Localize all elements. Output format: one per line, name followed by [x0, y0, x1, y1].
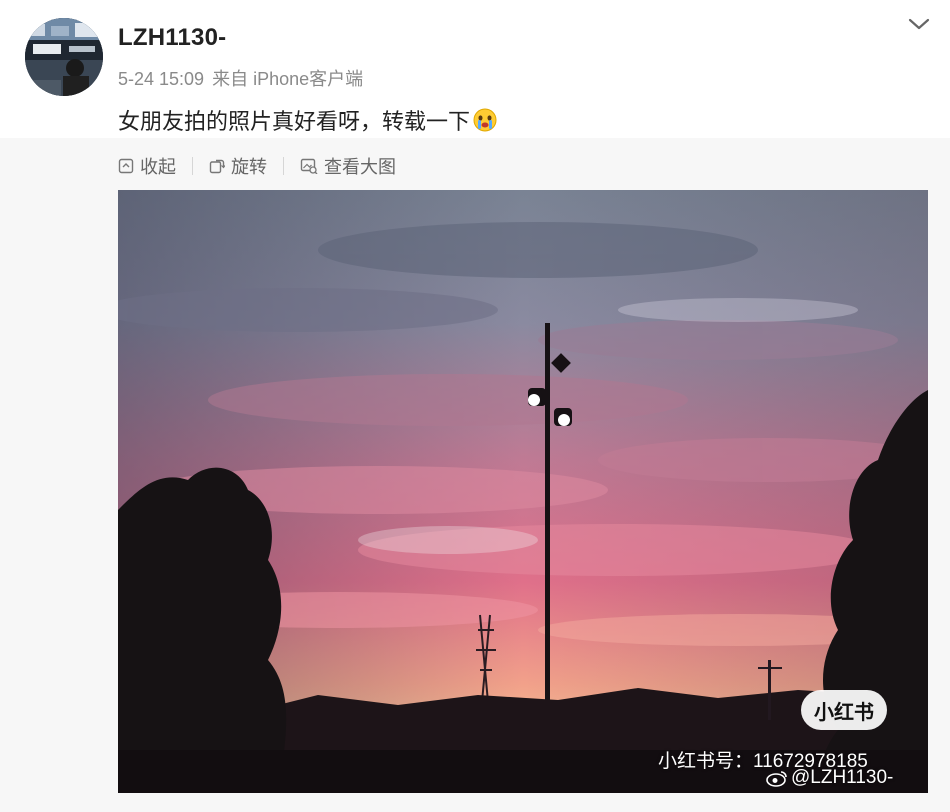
- chevron-down-icon[interactable]: [906, 14, 932, 34]
- view-large-icon: [300, 158, 318, 174]
- username[interactable]: LZH1130-: [118, 24, 226, 52]
- post-source: 来自 iPhone客户端: [212, 69, 364, 89]
- post-date[interactable]: 5-24 15:09: [118, 69, 204, 89]
- post-photo[interactable]: 小红书 小红书号：11672978185 @LZH1130-: [118, 190, 928, 793]
- weibo-watermark-text: @LZH1130-: [791, 767, 894, 788]
- toolbar-divider: [283, 157, 284, 175]
- view-large-button[interactable]: 查看大图: [300, 153, 396, 179]
- view-large-label: 查看大图: [324, 157, 396, 177]
- collapse-button[interactable]: 收起: [118, 153, 176, 179]
- crying-face-emoji-icon: [472, 107, 498, 133]
- collapse-icon: [118, 158, 134, 174]
- user-avatar[interactable]: [25, 18, 103, 96]
- rotate-button[interactable]: 旋转: [209, 153, 267, 179]
- xiaohongshu-badge: 小红书: [801, 690, 887, 730]
- toolbar-divider: [192, 157, 193, 175]
- rotate-icon: [209, 159, 225, 174]
- post-text: 女朋友拍的照片真好看呀，转载一下: [118, 109, 471, 134]
- media-toolbar: 收起 旋转 查看大图: [118, 152, 396, 180]
- weibo-post: LZH1130- 5-24 15:09 来自 iPhone客户端 女朋友拍的照片真…: [0, 0, 950, 812]
- post-meta: 5-24 15:09 来自 iPhone客户端: [118, 65, 363, 91]
- weibo-watermark: @LZH1130-: [766, 767, 893, 789]
- collapse-label: 收起: [140, 157, 176, 177]
- post-content: 女朋友拍的照片真好看呀，转载一下: [118, 104, 498, 136]
- rotate-label: 旋转: [231, 157, 267, 177]
- weibo-logo-icon: [766, 771, 787, 787]
